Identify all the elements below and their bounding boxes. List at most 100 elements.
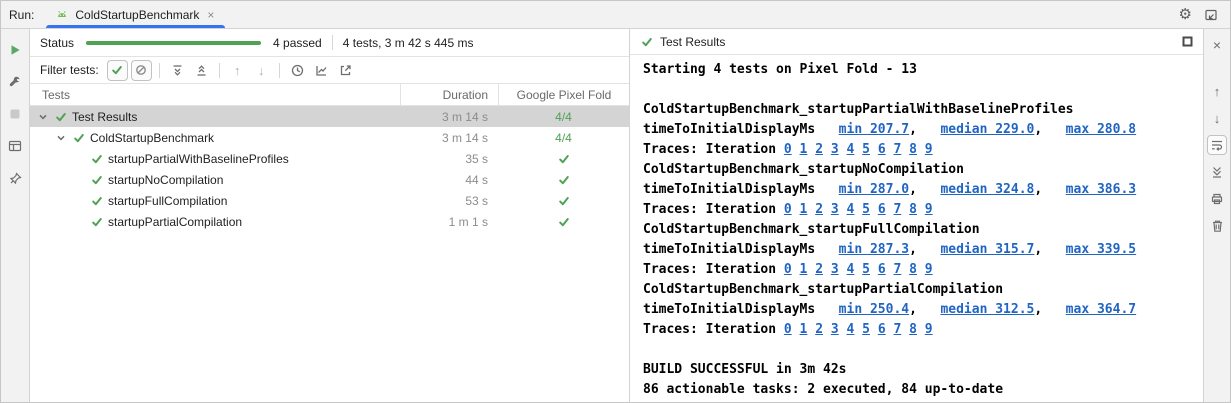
console-text — [823, 202, 831, 217]
trace-link[interactable]: 8 — [909, 322, 917, 337]
console-text — [854, 262, 862, 277]
tab-coldstartupbenchmark[interactable]: ColdStartupBenchmark × — [46, 1, 225, 28]
trace-link[interactable]: 5 — [862, 262, 870, 277]
scroll-to-end-button[interactable] — [1207, 162, 1227, 182]
tests-column-header[interactable]: Tests — [30, 84, 400, 105]
separator — [159, 63, 160, 78]
trace-link[interactable]: 2 — [815, 322, 823, 337]
trace-link[interactable]: median 312.5 — [940, 302, 1034, 317]
console-text: ColdStartupBenchmark_startupPartialWithB… — [643, 102, 1073, 117]
trace-link[interactable]: 6 — [878, 262, 886, 277]
trace-link[interactable]: median 324.8 — [940, 182, 1034, 197]
show-ignored-filter-button[interactable] — [131, 60, 152, 81]
trace-link[interactable]: 0 — [784, 202, 792, 217]
maximize-icon[interactable] — [1182, 36, 1193, 47]
tree-row-startupnocompilation[interactable]: startupNoCompilation44 s — [30, 169, 629, 190]
trace-link[interactable]: 6 — [878, 142, 886, 157]
soft-wrap-button[interactable] — [1207, 135, 1227, 155]
trace-link[interactable]: 6 — [878, 322, 886, 337]
device-column-header[interactable]: Google Pixel Fold — [498, 84, 629, 105]
tree-row-coldstartupbenchmark[interactable]: ColdStartupBenchmark3 m 14 s4/4 — [30, 127, 629, 148]
prev-trace-button[interactable]: ↑ — [1207, 81, 1227, 101]
chevron-down-icon[interactable] — [54, 131, 67, 144]
previous-occurrence-button[interactable]: ↑ — [227, 60, 248, 81]
stop-button-disabled[interactable] — [6, 105, 24, 123]
test-name-cell: startupFullCompilation — [30, 194, 400, 208]
chevron-down-icon[interactable] — [36, 110, 49, 123]
test-name-label: startupPartialCompilation — [108, 215, 242, 229]
trace-link[interactable]: 5 — [862, 202, 870, 217]
down-arrow-icon: ↓ — [258, 64, 265, 77]
import-test-results-button[interactable] — [311, 60, 332, 81]
tree-row-test-results[interactable]: Test Results3 m 14 s4/4 — [30, 106, 629, 127]
left-toolbar — [1, 29, 30, 402]
next-occurrence-button[interactable]: ↓ — [251, 60, 272, 81]
console-text — [917, 322, 925, 337]
trace-link[interactable]: 3 — [831, 202, 839, 217]
trace-link[interactable]: 9 — [925, 142, 933, 157]
next-trace-button[interactable]: ↓ — [1207, 108, 1227, 128]
collapse-all-button[interactable] — [191, 60, 212, 81]
trace-link[interactable]: 9 — [925, 262, 933, 277]
restore-layout-icon[interactable] — [6, 137, 24, 155]
trace-link[interactable]: 0 — [784, 142, 792, 157]
console-line: ColdStartupBenchmark_startupPartialWithB… — [643, 100, 1203, 120]
console-text: timeToInitialDisplayMs — [643, 122, 839, 137]
trace-link[interactable]: min 250.4 — [839, 302, 909, 317]
settings-gear-icon[interactable]: ⚙ — [1179, 7, 1192, 22]
duration-column-header[interactable]: Duration — [400, 84, 498, 105]
status-label: Status — [40, 36, 74, 50]
filter-tests-label: Filter tests: — [40, 63, 99, 77]
trace-link[interactable]: 3 — [831, 262, 839, 277]
console-text: , — [909, 242, 940, 257]
trace-link[interactable]: median 315.7 — [940, 242, 1034, 257]
trace-link[interactable]: 6 — [878, 202, 886, 217]
test-history-button[interactable] — [287, 60, 308, 81]
pin-icon[interactable] — [6, 169, 24, 187]
close-panel-button[interactable]: × — [1207, 35, 1227, 55]
show-passed-filter-button[interactable] — [107, 60, 128, 81]
trace-link[interactable]: 0 — [784, 322, 792, 337]
trace-link[interactable]: 3 — [831, 322, 839, 337]
trace-link[interactable]: 9 — [925, 202, 933, 217]
trace-link[interactable]: 2 — [815, 142, 823, 157]
expand-all-button[interactable] — [167, 60, 188, 81]
test-duration: 35 s — [400, 152, 498, 166]
trace-link[interactable]: max 386.3 — [1066, 182, 1136, 197]
trace-link[interactable]: min 287.0 — [839, 182, 909, 197]
trace-link[interactable]: max 339.5 — [1066, 242, 1136, 257]
trace-link[interactable]: min 287.3 — [839, 242, 909, 257]
console-text — [823, 262, 831, 277]
hide-window-icon[interactable] — [1204, 8, 1218, 22]
clear-console-trash-icon[interactable] — [1207, 216, 1227, 236]
trace-link[interactable]: 2 — [815, 202, 823, 217]
console-line — [643, 80, 1203, 100]
trace-link[interactable]: 8 — [909, 142, 917, 157]
trace-link[interactable]: median 229.0 — [940, 122, 1034, 137]
console-text: 86 actionable tasks: 2 executed, 84 up-t… — [643, 382, 1003, 397]
export-test-results-button[interactable] — [335, 60, 356, 81]
test-passed-icon — [90, 152, 103, 165]
trace-link[interactable]: 8 — [909, 202, 917, 217]
tree-row-startuppartialwithbaselineprofiles[interactable]: startupPartialWithBaselineProfiles35 s — [30, 148, 629, 169]
trace-link[interactable]: min 207.7 — [839, 122, 909, 137]
trace-link[interactable]: max 364.7 — [1066, 302, 1136, 317]
device-result — [498, 216, 629, 228]
trace-link[interactable]: 8 — [909, 262, 917, 277]
rerun-button[interactable] — [6, 41, 24, 59]
console-title: Test Results — [660, 35, 725, 49]
print-icon[interactable] — [1207, 189, 1227, 209]
trace-link[interactable]: 2 — [815, 262, 823, 277]
tree-row-startupfullcompilation[interactable]: startupFullCompilation53 s — [30, 190, 629, 211]
trace-link[interactable]: 3 — [831, 142, 839, 157]
passed-check-icon — [640, 35, 653, 48]
trace-link[interactable]: 9 — [925, 322, 933, 337]
trace-link[interactable]: 5 — [862, 322, 870, 337]
console-text: , — [1034, 302, 1065, 317]
trace-link[interactable]: max 280.8 — [1066, 122, 1136, 137]
tab-close-icon[interactable]: × — [205, 7, 216, 23]
trace-link[interactable]: 5 — [862, 142, 870, 157]
trace-link[interactable]: 0 — [784, 262, 792, 277]
build-wrench-icon[interactable] — [6, 73, 24, 91]
tree-row-startuppartialcompilation[interactable]: startupPartialCompilation1 m 1 s — [30, 211, 629, 232]
